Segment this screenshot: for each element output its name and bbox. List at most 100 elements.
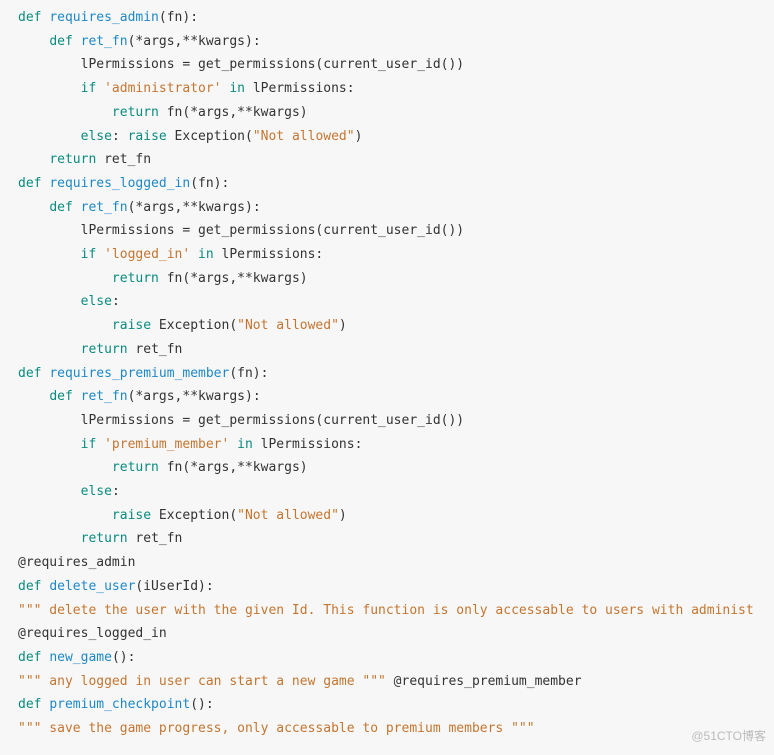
code-token: 'administrator' <box>104 81 221 96</box>
code-token: def <box>18 697 49 712</box>
code-token: requires_logged_in <box>49 176 190 191</box>
code-token: fn(*args,**kwargs) <box>159 105 308 120</box>
code-token: ret_fn <box>128 342 183 357</box>
code-token: lPermissions = get_permissions(current_u… <box>18 413 464 428</box>
code-token: 'premium_member' <box>104 437 229 452</box>
code-token: return <box>112 105 159 120</box>
code-token: raise <box>112 318 151 333</box>
code-token: def <box>18 650 49 665</box>
code-line: def delete_user(iUserId): <box>18 579 214 594</box>
code-token: lPermissions = get_permissions(current_u… <box>18 57 464 72</box>
code-line: return ret_fn <box>18 152 151 167</box>
code-line: lPermissions = get_permissions(current_u… <box>18 413 464 428</box>
code-token <box>18 105 112 120</box>
code-token: in <box>237 437 253 452</box>
code-token: Exception( <box>151 318 237 333</box>
code-token: else <box>81 484 112 499</box>
code-token: (*args,**kwargs): <box>128 200 261 215</box>
code-token: ret_fn <box>81 200 128 215</box>
code-token: if <box>81 247 104 262</box>
code-token: ret_fn <box>128 531 183 546</box>
code-token: new_game <box>49 650 112 665</box>
code-token: def <box>18 10 49 25</box>
code-line: """ save the game progress, only accessa… <box>18 721 535 736</box>
code-token: requires_admin <box>49 10 159 25</box>
code-token: (fn): <box>190 176 229 191</box>
code-token: : <box>112 484 120 499</box>
code-token: def <box>49 200 80 215</box>
code-token: premium_checkpoint <box>49 697 190 712</box>
code-token <box>18 508 112 523</box>
code-line: """ delete the user with the given Id. T… <box>18 603 754 618</box>
code-line: def requires_premium_member(fn): <box>18 366 268 381</box>
code-line: def ret_fn(*args,**kwargs): <box>18 200 261 215</box>
code-token: (): <box>190 697 213 712</box>
code-line: lPermissions = get_permissions(current_u… <box>18 57 464 72</box>
code-token: (iUserId): <box>135 579 213 594</box>
code-token <box>18 389 49 404</box>
code-token: """ delete the user with the given Id. T… <box>18 603 754 618</box>
code-line: if 'premium_member' in lPermissions: <box>18 437 362 452</box>
code-line: @requires_logged_in <box>18 626 167 641</box>
code-token: return <box>49 152 96 167</box>
code-token: Exception( <box>167 129 253 144</box>
code-token <box>18 318 112 333</box>
code-token: "Not allowed" <box>237 318 339 333</box>
code-token <box>190 247 198 262</box>
code-token: (*args,**kwargs): <box>128 389 261 404</box>
code-token: fn(*args,**kwargs) <box>159 460 308 475</box>
code-token: requires_premium_member <box>49 366 229 381</box>
code-token: return <box>81 531 128 546</box>
code-token: ret_fn <box>96 152 151 167</box>
code-token: ret_fn <box>81 34 128 49</box>
code-token: lPermissions: <box>245 81 355 96</box>
code-line: return fn(*args,**kwargs) <box>18 271 308 286</box>
code-line: return ret_fn <box>18 531 182 546</box>
code-token: ) <box>339 318 347 333</box>
code-line: def ret_fn(*args,**kwargs): <box>18 389 261 404</box>
code-token: """ save the game progress, only accessa… <box>18 721 535 736</box>
code-token: delete_user <box>49 579 135 594</box>
code-token <box>229 437 237 452</box>
code-token: (fn): <box>229 366 268 381</box>
code-token: def <box>18 176 49 191</box>
code-token <box>18 129 81 144</box>
code-token: if <box>81 437 104 452</box>
code-token: return <box>112 460 159 475</box>
code-token: (*args,**kwargs): <box>128 34 261 49</box>
code-line: """ any logged in user can start a new g… <box>18 674 582 689</box>
code-token: def <box>49 389 80 404</box>
code-token <box>18 247 81 262</box>
code-line: def requires_logged_in(fn): <box>18 176 229 191</box>
code-token <box>18 460 112 475</box>
code-token: def <box>49 34 80 49</box>
code-line: @requires_admin <box>18 555 135 570</box>
code-line: def premium_checkpoint(): <box>18 697 214 712</box>
code-token: "Not allowed" <box>253 129 355 144</box>
code-token: fn(*args,**kwargs) <box>159 271 308 286</box>
code-token <box>18 152 49 167</box>
code-token <box>18 200 49 215</box>
code-token <box>18 531 81 546</box>
code-token: lPermissions: <box>253 437 363 452</box>
code-token: : <box>112 129 128 144</box>
code-line: def ret_fn(*args,**kwargs): <box>18 34 261 49</box>
code-token <box>18 342 81 357</box>
code-token: return <box>112 271 159 286</box>
code-token: def <box>18 579 49 594</box>
code-token: "Not allowed" <box>237 508 339 523</box>
code-token: ) <box>339 508 347 523</box>
code-line: return ret_fn <box>18 342 182 357</box>
code-token: 'logged_in' <box>104 247 190 262</box>
code-token: raise <box>112 508 151 523</box>
code-line: else: <box>18 294 120 309</box>
code-token: lPermissions = get_permissions(current_u… <box>18 223 464 238</box>
code-token: in <box>198 247 214 262</box>
code-block: def requires_admin(fn): def ret_fn(*args… <box>0 0 774 741</box>
code-line: if 'logged_in' in lPermissions: <box>18 247 323 262</box>
code-line: raise Exception("Not allowed") <box>18 508 347 523</box>
code-line: else: raise Exception("Not allowed") <box>18 129 362 144</box>
code-token: else <box>81 294 112 309</box>
code-line: return fn(*args,**kwargs) <box>18 105 308 120</box>
code-token <box>18 484 81 499</box>
